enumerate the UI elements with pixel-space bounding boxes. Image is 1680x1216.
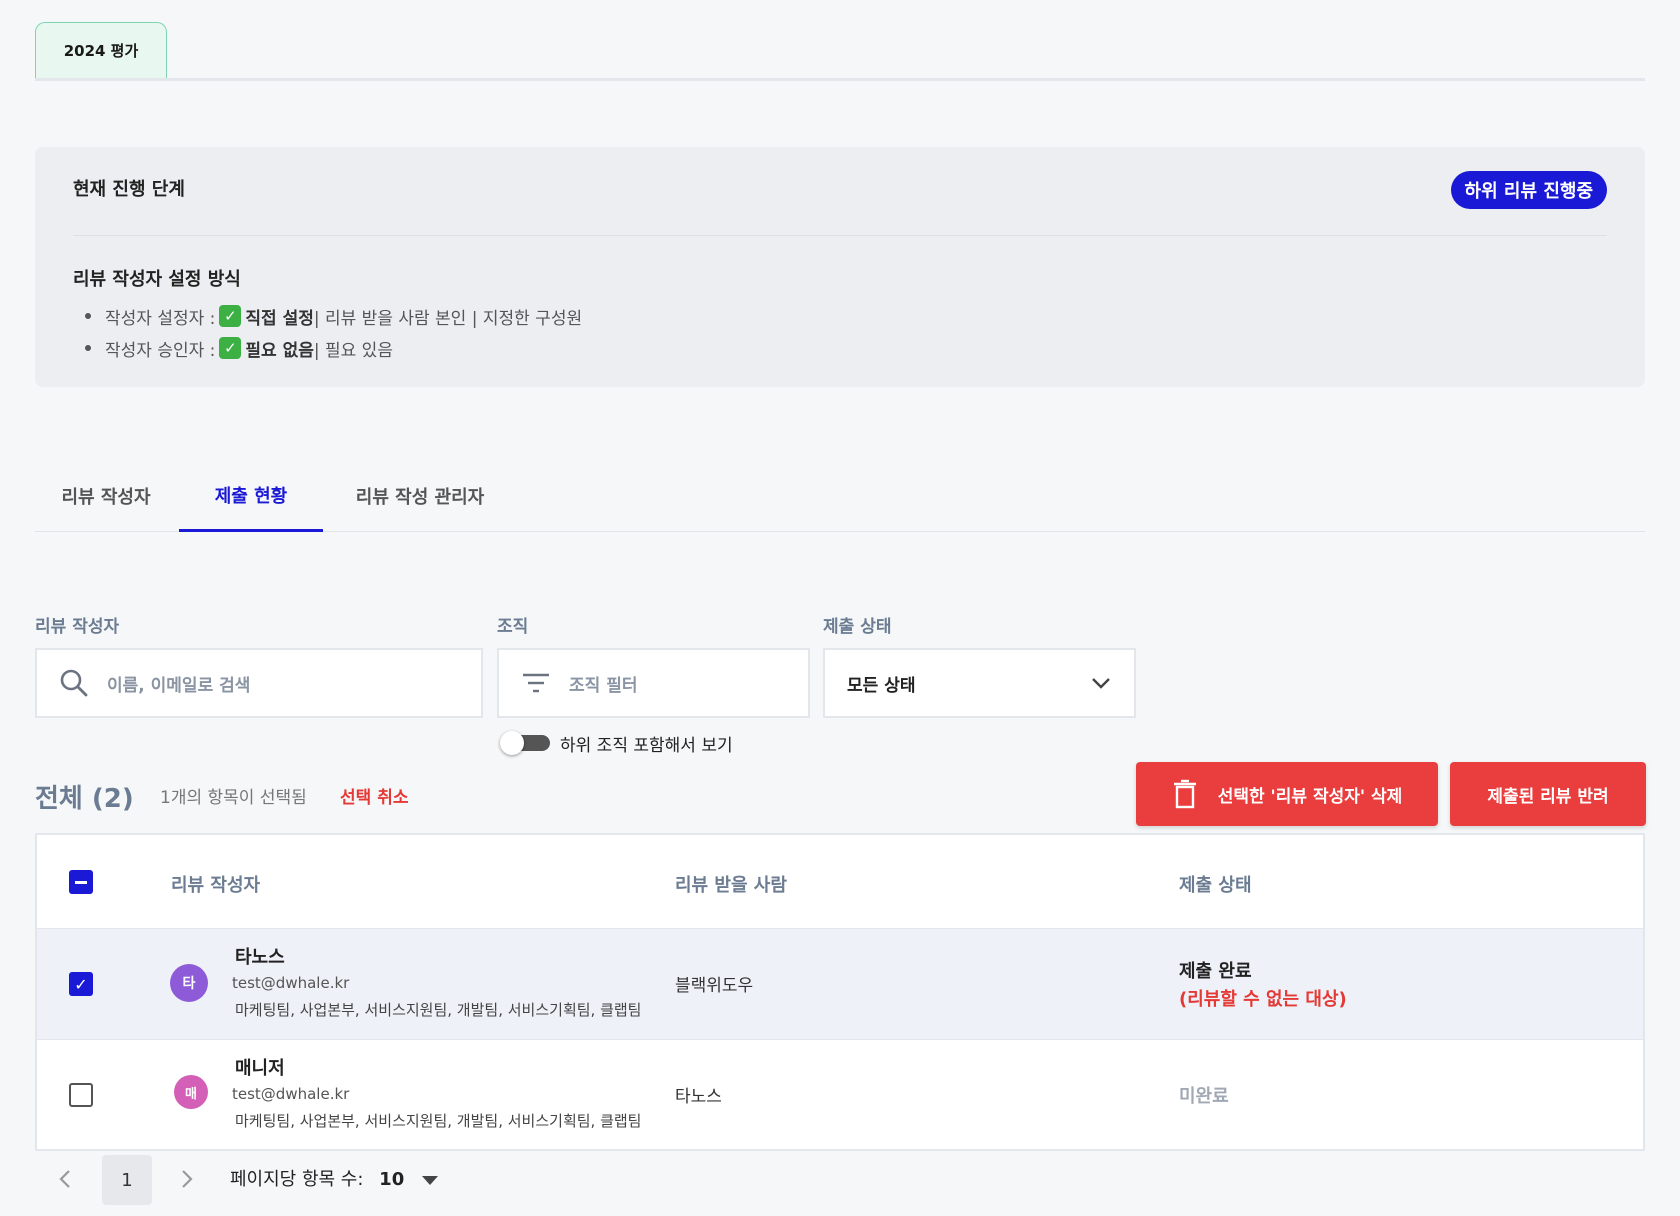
top-tab-underline	[35, 78, 1645, 81]
setting-item-writer-setter: 작성자 설정자 : ✓ 직접 설정 | 리뷰 받을 사람 본인 | 지정한 구성…	[85, 300, 582, 332]
check-icon: ✓	[219, 337, 242, 359]
table-row[interactable]: 매 매니저 test@dwhale.kr 마케팅팀, 사업본부, 서비스지원팀,…	[37, 1039, 1643, 1149]
tab-2024-evaluation-label: 2024 평가	[63, 42, 139, 60]
writer-filter-label: 리뷰 작성자	[35, 617, 120, 637]
filter-icon	[523, 673, 549, 693]
per-page-value: 10	[379, 1169, 405, 1190]
setting-selected-option: 직접 설정	[245, 308, 314, 329]
status-select-value: 모든 상태	[847, 675, 916, 696]
submission-status: 제출 완료	[1179, 961, 1252, 982]
per-page-select[interactable]: 페이지당 항목 수: 10	[230, 1165, 404, 1191]
tab-submission-status[interactable]: 제출 현황	[179, 460, 323, 532]
panel-subtitle: 리뷰 작성자 설정 방식	[73, 269, 241, 290]
avatar: 타	[170, 964, 208, 1002]
writer-email: test@dwhale.kr	[232, 974, 350, 992]
setting-list: 작성자 설정자 : ✓ 직접 설정 | 리뷰 받을 사람 본인 | 지정한 구성…	[85, 300, 582, 364]
selected-count: 1개의 항목이 선택됨	[160, 788, 307, 808]
table-row[interactable]: ✓ 타 타노스 test@dwhale.kr 마케팅팀, 사업본부, 서비스지원…	[37, 929, 1643, 1039]
avatar: 매	[174, 1075, 208, 1109]
reviewee-name: 블랙위도우	[675, 976, 754, 996]
include-sub-org-label: 하위 조직 포함해서 보기	[560, 736, 733, 756]
submission-table: 리뷰 작성자 리뷰 받을 사람 제출 상태 ✓ 타 타노스 test@dwhal…	[35, 833, 1645, 1151]
org-filter-input[interactable]: 조직 필터	[497, 648, 810, 718]
setting-label: 작성자 설정자 :	[105, 308, 216, 329]
search-icon	[60, 669, 88, 697]
header-reviewee: 리뷰 받을 사람	[675, 875, 787, 896]
header-submission-status: 제출 상태	[1179, 875, 1252, 896]
panel-divider	[73, 235, 1607, 236]
toggle-knob	[500, 731, 524, 755]
trash-icon	[1173, 779, 1196, 809]
prev-page-button[interactable]	[58, 1168, 72, 1196]
row-checkbox[interactable]	[69, 1083, 93, 1107]
org-filter-placeholder: 조직 필터	[569, 675, 638, 696]
delete-selected-writer-button[interactable]: 선택한 '리뷰 작성자' 삭제	[1136, 762, 1438, 826]
cancel-selection-button[interactable]: 선택 취소	[340, 783, 408, 808]
return-submitted-review-button[interactable]: 제출된 리뷰 반려	[1450, 762, 1646, 826]
writer-name: 타노스	[235, 947, 285, 968]
writer-name: 매니저	[235, 1058, 285, 1079]
table-header: 리뷰 작성자 리뷰 받을 사람 제출 상태	[37, 835, 1643, 929]
caret-down-icon[interactable]	[422, 1176, 438, 1185]
next-page-button[interactable]	[180, 1168, 194, 1196]
include-sub-org-toggle[interactable]	[500, 731, 550, 755]
setting-other-options: | 리뷰 받을 사람 본인 | 지정한 구성원	[313, 308, 583, 329]
select-all-checkbox[interactable]	[69, 870, 93, 894]
chevron-down-icon	[1092, 678, 1110, 689]
writer-search-input[interactable]: 이름, 이메일로 검색	[35, 648, 483, 718]
writer-email: test@dwhale.kr	[232, 1085, 350, 1103]
delete-selected-writer-label: 선택한 '리뷰 작성자' 삭제	[1217, 786, 1403, 807]
row-checkbox[interactable]: ✓	[69, 972, 93, 996]
status-select[interactable]: 모든 상태	[823, 648, 1136, 718]
tab-review-writers[interactable]: 리뷰 작성자	[35, 460, 177, 532]
setting-item-writer-approver: 작성자 승인자 : ✓ 필요 없음 | 필요 있음	[85, 332, 582, 364]
total-count: 전체 (2)	[35, 784, 134, 814]
minus-icon	[75, 880, 87, 884]
section-tabs: 리뷰 작성자 제출 현황 리뷰 작성 관리자	[35, 460, 1645, 532]
current-stage-panel: 현재 진행 단계 하위 리뷰 진행중 리뷰 작성자 설정 방식 작성자 설정자 …	[35, 147, 1645, 387]
setting-other-options: | 필요 있음	[313, 340, 393, 361]
submission-status: 미완료	[1179, 1086, 1229, 1107]
header-review-writer: 리뷰 작성자	[171, 875, 261, 896]
setting-label: 작성자 승인자 :	[105, 340, 216, 361]
page-number-1[interactable]: 1	[102, 1155, 152, 1205]
chevron-left-icon	[59, 1170, 70, 1188]
submission-status-note: (리뷰할 수 없는 대상)	[1179, 989, 1347, 1010]
writer-search-placeholder: 이름, 이메일로 검색	[107, 675, 251, 696]
setting-selected-option: 필요 없음	[245, 340, 314, 361]
check-icon: ✓	[74, 974, 88, 994]
bullet-dot	[85, 313, 91, 319]
status-filter-label: 제출 상태	[823, 617, 892, 637]
per-page-label: 페이지당 항목 수:	[230, 1169, 364, 1190]
reviewee-name: 타노스	[675, 1087, 722, 1107]
writer-org: 마케팅팀, 사업본부, 서비스지원팀, 개발팀, 서비스기획팀, 클랩팀	[235, 1001, 642, 1019]
writer-org: 마케팅팀, 사업본부, 서비스지원팀, 개발팀, 서비스기획팀, 클랩팀	[235, 1112, 642, 1130]
org-filter-label: 조직	[497, 617, 529, 637]
tab-2024-evaluation[interactable]: 2024 평가	[35, 22, 167, 78]
check-icon: ✓	[219, 305, 242, 327]
tab-review-managers[interactable]: 리뷰 작성 관리자	[335, 460, 505, 532]
chevron-right-icon	[182, 1170, 193, 1188]
bullet-dot	[85, 345, 91, 351]
panel-title: 현재 진행 단계	[73, 179, 185, 200]
stage-badge: 하위 리뷰 진행중	[1450, 171, 1607, 209]
